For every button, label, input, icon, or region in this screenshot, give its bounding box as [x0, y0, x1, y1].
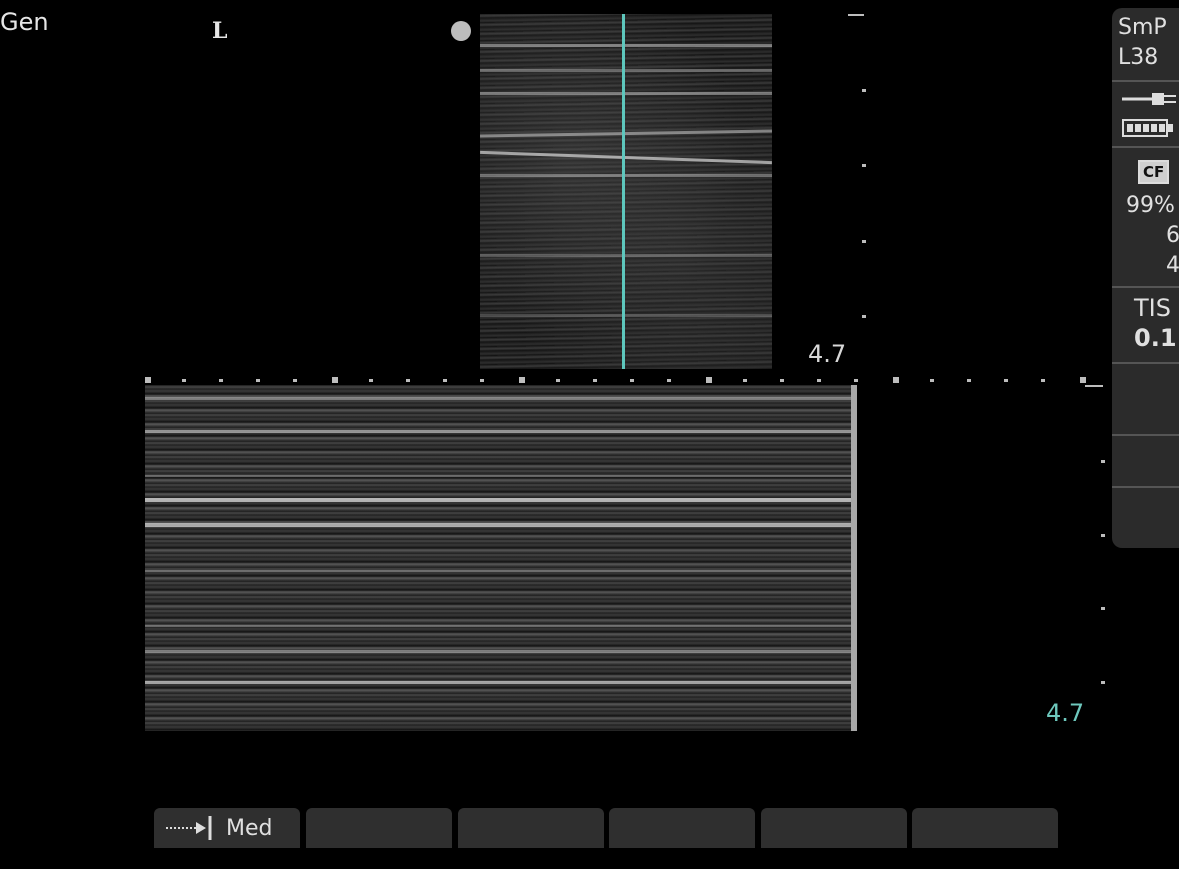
echo-line [480, 129, 772, 138]
trace-band [145, 650, 857, 653]
side-panel-slot[interactable] [1112, 436, 1179, 488]
b-mode-depth-label: 4.7 [808, 340, 847, 368]
cf-badge: CF [1138, 160, 1170, 184]
b-mode-depth-scale [848, 14, 868, 374]
m-mode-depth-label: 4.7 [1046, 699, 1085, 727]
softkey-med[interactable]: Med [154, 808, 300, 848]
trace-band [145, 570, 857, 572]
b-mode-image[interactable] [480, 14, 772, 369]
orientation-dot-icon [451, 21, 471, 41]
m-mode-sweep-edge [851, 385, 857, 731]
echo-line [480, 150, 772, 165]
status-side-panel: SmP L38 CF 99% 6 4 TIS 0.1 [1112, 8, 1179, 548]
trace-band [145, 498, 857, 502]
tis-value: 0.1 [1134, 324, 1177, 352]
softkey-med-label: Med [226, 816, 273, 841]
setting-value-a: 6 [1166, 223, 1179, 248]
echo-line [480, 314, 772, 317]
echo-line [480, 254, 772, 257]
trace-band [145, 397, 857, 400]
power-plug-icon [1122, 93, 1176, 105]
battery-icon [1122, 119, 1173, 137]
trace-band [145, 475, 857, 477]
color-flow-section: CF 99% 6 4 [1112, 148, 1179, 288]
power-section [1112, 82, 1179, 148]
preset-label: Gen [0, 8, 49, 36]
m-mode-trace[interactable] [145, 385, 857, 731]
softkey-2[interactable] [306, 808, 452, 848]
echo-line [480, 174, 772, 177]
echo-line [480, 69, 772, 72]
softkey-5[interactable] [761, 808, 907, 848]
trace-band [145, 681, 857, 684]
transducer-line1: SmP [1118, 15, 1167, 40]
trace-band [145, 625, 857, 627]
thermal-index-section: TIS 0.1 [1112, 288, 1179, 364]
softkey-6[interactable] [912, 808, 1058, 848]
trace-band [145, 430, 857, 433]
trace-band [145, 523, 857, 527]
orientation-marker: L [212, 18, 228, 44]
time-scale [145, 377, 1095, 385]
m-mode-cursor-line[interactable] [622, 14, 625, 369]
tis-label: TIS [1134, 294, 1171, 322]
arrow-to-line-icon [166, 816, 212, 840]
softkey-4[interactable] [609, 808, 755, 848]
softkey-3[interactable] [458, 808, 604, 848]
setting-value-b: 4 [1166, 253, 1179, 278]
transducer-line2: L38 [1118, 45, 1159, 70]
gain-percent: 99% [1126, 193, 1175, 218]
transducer-section: SmP L38 [1112, 8, 1179, 82]
m-mode-depth-scale [1085, 385, 1105, 705]
echo-line [480, 44, 772, 47]
side-panel-slot[interactable] [1112, 364, 1179, 436]
echo-line [480, 92, 772, 95]
